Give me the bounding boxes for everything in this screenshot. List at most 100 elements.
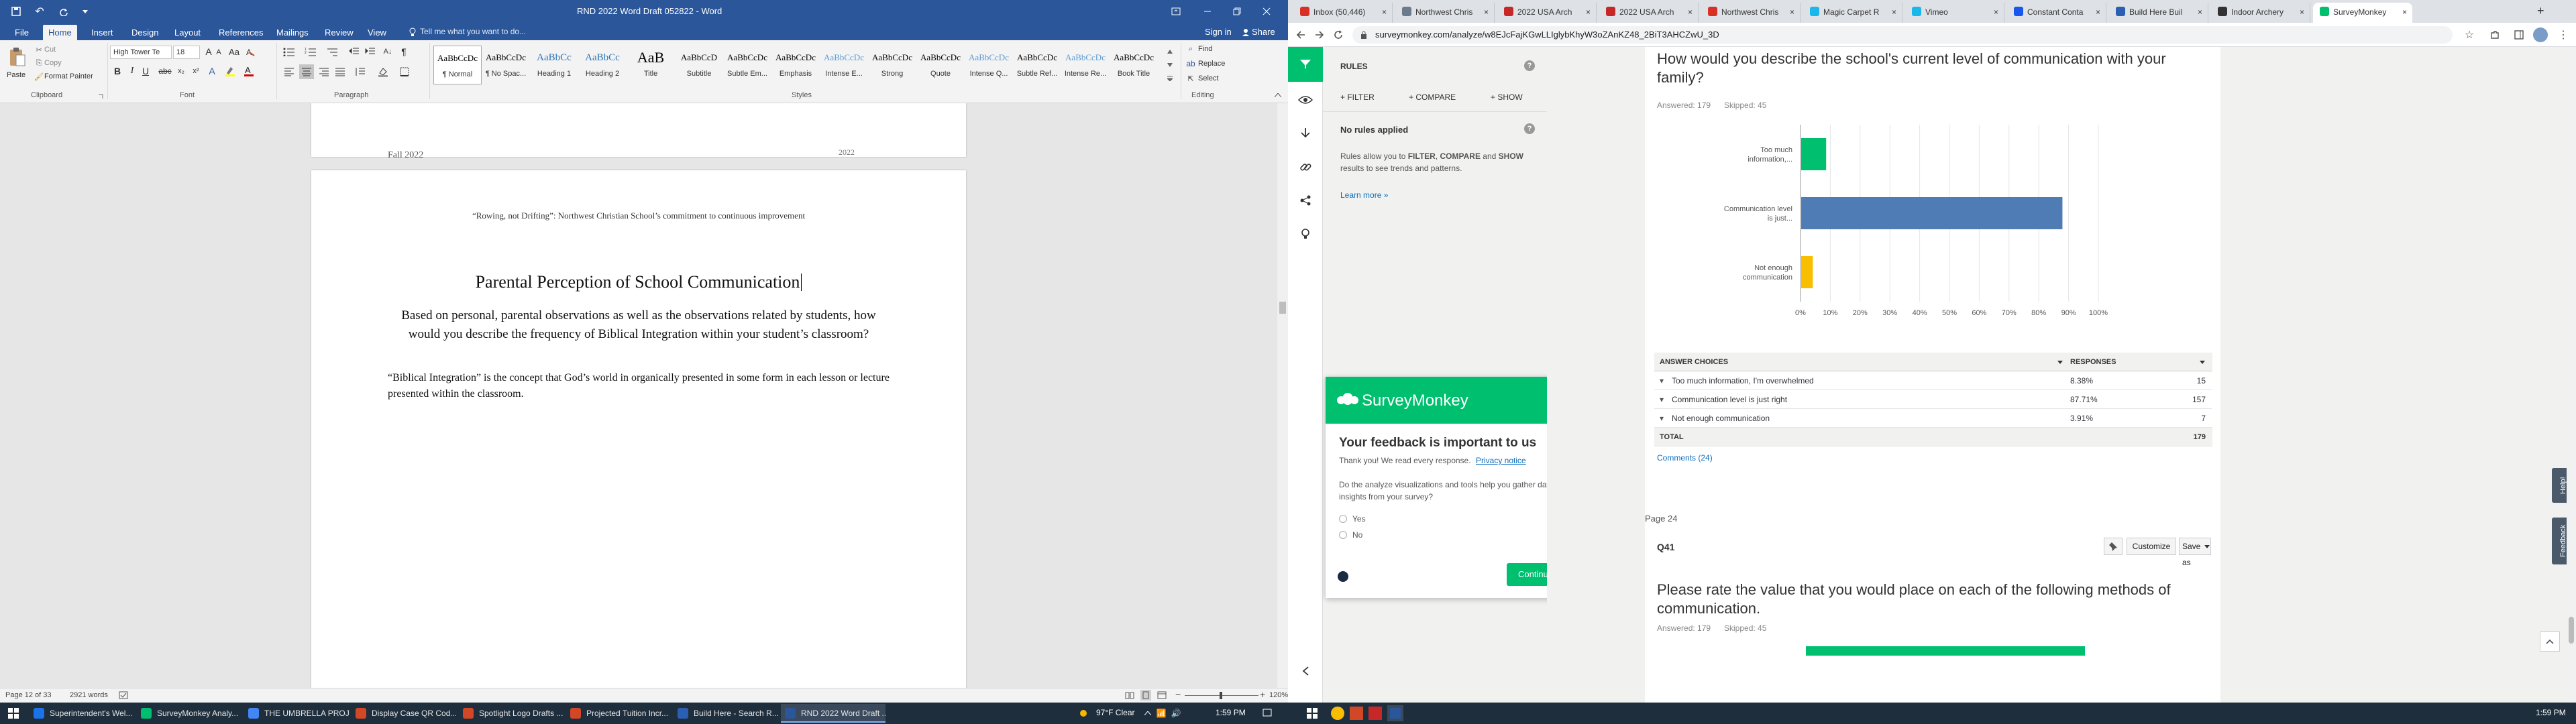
pin-icon[interactable] (2104, 538, 2123, 555)
justify-icon[interactable] (333, 66, 347, 78)
row-expand-icon[interactable]: ▾ (1660, 409, 1664, 428)
weather-icon[interactable] (1077, 707, 1089, 719)
shading-icon[interactable] (376, 66, 390, 78)
start-icon[interactable] (7, 707, 20, 720)
styles-more-icon[interactable] (1166, 74, 1174, 83)
style-book-title[interactable]: AaBbCcDc Book Title (1110, 46, 1158, 84)
tab-close-icon[interactable]: × (1688, 3, 1693, 21)
close-icon[interactable] (1260, 5, 1273, 17)
replace-button[interactable]: Replace (1198, 60, 1225, 68)
bookmark-star-icon[interactable]: ☆ (2463, 29, 2475, 41)
select-icon[interactable]: ⇱ (1186, 74, 1195, 83)
browser-tab[interactable]: Constant Conta × (2007, 3, 2106, 23)
format-painter-button[interactable]: Format Painter (44, 72, 93, 80)
highlight-icon[interactable] (223, 64, 237, 78)
show-button[interactable]: + SHOW (1491, 93, 1523, 102)
style-heading-2[interactable]: AaBbCc Heading 2 (578, 46, 627, 84)
font-color-icon[interactable]: A (241, 64, 256, 78)
scroll-top-icon[interactable] (2540, 631, 2560, 652)
subscript-icon[interactable]: x₂ (174, 64, 188, 78)
clock-time-right[interactable]: 1:59 PM (2536, 708, 2566, 717)
link-icon[interactable] (1297, 158, 1314, 176)
new-tab-button[interactable]: + (2537, 4, 2544, 18)
share-nodes-icon[interactable] (1297, 192, 1314, 209)
copy-icon[interactable]: ⎘ (35, 59, 43, 67)
sign-in-link[interactable]: Sign in (1205, 27, 1232, 37)
style-heading-1[interactable]: AaBbCc Heading 1 (530, 46, 578, 84)
browser-tab[interactable]: 2022 USA Arch × (1599, 3, 1699, 23)
browser-menu-icon[interactable]: ⋮ (2557, 29, 2569, 41)
browser-tab[interactable]: Northwest Chris × (1395, 3, 1495, 23)
browser-tab[interactable]: Vimeo × (1905, 3, 2004, 23)
rules-help-icon[interactable]: ? (1524, 60, 1535, 71)
style-subtle-ref[interactable]: AaBbCcDc Subtle Ref... (1013, 46, 1061, 84)
style-intense-e[interactable]: AaBbCcDc Intense E... (820, 46, 868, 84)
page-count[interactable]: Page 12 of 33 (5, 691, 52, 699)
redo-icon[interactable] (58, 5, 70, 17)
tell-me-search[interactable]: Tell me what you want to do... (420, 27, 526, 36)
save-as-caret-icon[interactable] (2204, 544, 2210, 548)
browser-tab[interactable]: Magic Carpet R × (1803, 3, 1902, 23)
zoom-slider-thumb[interactable] (1220, 692, 1222, 699)
radio-no[interactable] (1339, 531, 1347, 539)
volume-icon[interactable]: 🔊 (1171, 709, 1181, 718)
taskbar-item[interactable]: RND 2022 Word Draft ... (781, 704, 885, 723)
taskbar-item[interactable]: Superintendent's Wel... (30, 704, 134, 723)
style-intense-q[interactable]: AaBbCcDc Intense Q... (965, 46, 1013, 84)
tab-review[interactable]: Review (319, 25, 359, 40)
share-button[interactable]: Share (1252, 27, 1275, 37)
ribbon-display-icon[interactable] (1170, 5, 1182, 17)
app-taskbar-icon[interactable] (1368, 707, 1382, 720)
notifications-icon[interactable] (1261, 707, 1273, 719)
sort-responses-icon[interactable] (2199, 359, 2206, 365)
tab-view[interactable]: View (362, 25, 392, 40)
show-marks-icon[interactable]: ¶ (397, 46, 411, 58)
back-icon[interactable] (1295, 29, 1307, 41)
browser-tab[interactable]: Indoor Archery × (2211, 3, 2310, 23)
sidebar-icon[interactable] (2513, 29, 2525, 41)
tab-close-icon[interactable]: × (1484, 3, 1489, 21)
sort-icon[interactable]: A↓ (381, 46, 394, 58)
borders-icon[interactable] (397, 66, 412, 78)
superscript-icon[interactable]: x² (189, 64, 203, 78)
restore-icon[interactable] (1230, 5, 1244, 17)
vertical-scrollbar[interactable] (1277, 103, 1288, 688)
clock-time[interactable]: 1:59 PM (1216, 708, 1246, 717)
learn-more-link[interactable]: Learn more » (1340, 190, 1388, 200)
insights-bulb-icon[interactable] (1297, 225, 1314, 243)
italic-icon[interactable]: I (126, 64, 138, 78)
tab-close-icon[interactable]: × (1382, 3, 1387, 21)
style-intense-re[interactable]: AaBbCcDc Intense Re... (1061, 46, 1110, 84)
line-spacing-icon[interactable] (353, 66, 368, 78)
save-icon[interactable] (11, 6, 21, 17)
comments-link[interactable]: Comments (24) (1657, 453, 1713, 463)
style-strong[interactable]: AaBbCcDc Strong (868, 46, 916, 84)
taskbar-item[interactable]: THE UMBRELLA PROJ... (244, 704, 349, 723)
proofing-icon[interactable] (118, 690, 129, 700)
tab-layout[interactable]: Layout (169, 25, 206, 40)
zoom-out-button[interactable]: − (1175, 689, 1181, 700)
lock-icon[interactable] (1359, 30, 1368, 40)
row-expand-icon[interactable]: ▾ (1660, 371, 1664, 390)
tab-close-icon[interactable]: × (1586, 3, 1591, 21)
tab-close-icon[interactable]: × (2198, 3, 2202, 21)
browser-tab[interactable]: Northwest Chris × (1701, 3, 1801, 23)
tab-insert[interactable]: Insert (86, 25, 119, 40)
zoom-in-button[interactable]: + (1260, 689, 1265, 700)
increase-indent-icon[interactable] (364, 46, 377, 58)
decrease-indent-icon[interactable] (347, 46, 361, 58)
find-icon[interactable]: ⌕ (1186, 44, 1195, 54)
tab-close-icon[interactable]: × (1892, 3, 1896, 21)
taskbar-item[interactable]: Build Here - Search R... (674, 704, 778, 723)
clear-formatting-icon[interactable]: A (244, 46, 256, 58)
style-subtle-em[interactable]: AaBbCcDc Subtle Em... (723, 46, 771, 84)
filter-rules-icon[interactable] (1288, 47, 1323, 82)
font-name-select[interactable]: High Tower Te (110, 46, 172, 59)
strikethrough-icon[interactable]: abc (158, 64, 172, 78)
format-painter-icon[interactable]: 🖌 (34, 72, 44, 81)
profile-avatar[interactable] (2533, 27, 2548, 42)
url-field[interactable]: surveymonkey.com/analyze/w8EJcFajKGwLLIg… (1352, 26, 2453, 44)
document-heading[interactable]: Parental Perception of School Communicat… (311, 272, 966, 292)
bullets-icon[interactable] (282, 46, 297, 58)
word-count[interactable]: 2921 words (70, 691, 108, 699)
